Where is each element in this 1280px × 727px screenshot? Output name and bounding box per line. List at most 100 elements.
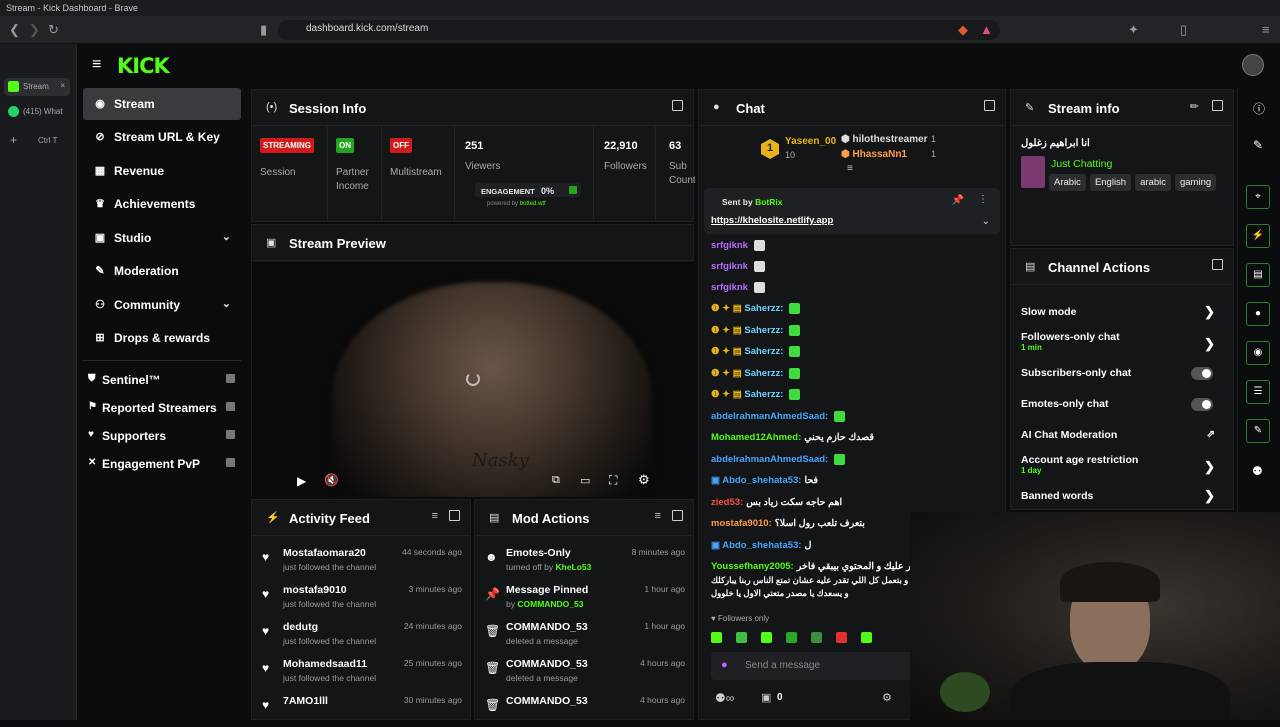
rail-document-icon[interactable]: ▤ — [1246, 263, 1270, 287]
chat-username[interactable]: Saherzz: — [744, 303, 783, 314]
microphone-icon[interactable]: ● — [721, 659, 728, 671]
sidebar-item-stream-url[interactable]: ⊘ Stream URL & Key — [83, 121, 241, 153]
edit-icon[interactable]: ✏ — [1190, 100, 1199, 113]
sidebar-item-revenue[interactable]: ▦ Revenue — [83, 155, 241, 187]
emote-icon[interactable] — [711, 632, 722, 644]
bookmark-icon[interactable]: ▮ — [260, 22, 267, 38]
chat-username[interactable]: Mohamed12Ahmed: — [711, 432, 801, 443]
chat-username[interactable]: mostafa9010: — [711, 518, 772, 529]
chat-username[interactable]: Abdo_shehata53: — [722, 540, 801, 551]
play-icon[interactable]: ▶ — [297, 474, 306, 488]
action-name[interactable]: COMMANDO_53 — [506, 658, 588, 670]
mute-icon[interactable]: 🔇 — [324, 473, 339, 487]
emotes-only-toggle[interactable] — [1191, 398, 1213, 411]
brave-rewards-icon[interactable]: ▲ — [980, 22, 993, 37]
gifter-name[interactable]: Yaseen_00 — [785, 136, 836, 147]
pinned-link[interactable]: https://khelosite.netlify.app — [711, 215, 833, 226]
ai-moderation-row[interactable]: AI Chat Moderation ⇗ — [1021, 429, 1231, 441]
sidebar-item-stream[interactable]: ◉ Stream — [83, 88, 241, 120]
chevron-down-icon[interactable]: ⌄ — [982, 216, 990, 227]
chat-username[interactable]: Saherzz: — [744, 389, 783, 400]
account-age-row[interactable]: Account age restriction 1 day ❯ — [1021, 454, 1231, 475]
filter-icon[interactable]: ≡ — [655, 510, 661, 522]
follower-name[interactable]: Mostafaomara20 — [283, 547, 366, 559]
sidebar-item-reported[interactable]: ⚑ Reported Streamers — [83, 396, 241, 420]
bot-name[interactable]: BotRix — [755, 197, 782, 207]
sidebar-item-community[interactable]: ⚇ Community ⌄ — [83, 289, 241, 321]
sidebar-item-moderation[interactable]: ✎ Moderation — [83, 255, 241, 287]
emote-icon[interactable] — [836, 632, 847, 644]
gifter-name[interactable]: hilothestreamer — [853, 134, 928, 145]
rail-list-icon[interactable]: ☰ — [1246, 380, 1270, 404]
follower-name[interactable]: mostafa9010 — [283, 584, 347, 596]
info-icon[interactable]: ⓘ — [1253, 100, 1265, 117]
forward-icon[interactable]: ❯ — [29, 22, 40, 38]
popout-icon[interactable] — [1212, 259, 1223, 270]
action-name[interactable]: COMMANDO_53 — [506, 695, 588, 707]
powered-by-link[interactable]: botted.wtf — [520, 201, 546, 207]
chat-username[interactable]: Abdo_shehata53: — [722, 475, 801, 486]
collapse-icon[interactable]: ≡ — [847, 163, 853, 174]
emote-icon[interactable] — [736, 632, 747, 644]
rail-chat-icon[interactable]: ● — [1246, 302, 1270, 326]
emote-icon[interactable] — [786, 632, 797, 644]
category-thumbnail[interactable] — [1021, 156, 1045, 188]
points-icon[interactable]: ⚉∞ — [715, 691, 734, 705]
emote-icon[interactable] — [861, 632, 872, 644]
sidebar-toggle-icon[interactable]: ▯ — [1180, 22, 1187, 38]
settings-icon[interactable]: ⚙ — [882, 691, 892, 704]
tab-stream[interactable]: Stream × — [4, 78, 70, 96]
tag[interactable]: Arabic — [1049, 174, 1086, 191]
back-icon[interactable]: ❮ — [9, 22, 20, 38]
follower-name[interactable]: Mohamedsaad11 — [283, 658, 367, 670]
chat-username[interactable]: Youssefhany2005: — [711, 561, 794, 572]
close-tab-icon[interactable]: × — [60, 81, 65, 90]
tab-whatsapp[interactable]: (415) What — [4, 103, 70, 121]
followers-only-row[interactable]: Followers-only chat 1 min ❯ — [1021, 331, 1231, 352]
hamburger-icon[interactable]: ≡ — [92, 56, 101, 74]
popout-icon[interactable] — [672, 510, 683, 521]
chat-username[interactable]: srfgiknk — [711, 282, 748, 293]
sidebar-item-achievements[interactable]: ♛ Achievements — [83, 188, 241, 220]
follower-name[interactable]: dedutg — [283, 621, 318, 633]
pip-icon[interactable]: ⧉ — [552, 474, 560, 487]
pencil-icon[interactable]: ✎ — [1253, 138, 1263, 152]
subscribers-only-toggle[interactable] — [1191, 367, 1213, 380]
gifter-name[interactable]: HhassaNn1 — [853, 149, 907, 160]
chat-username[interactable]: Saherzz: — [744, 346, 783, 357]
moderator-name[interactable]: KheLo53 — [555, 562, 591, 572]
rail-wrench-icon[interactable]: ✎ — [1246, 419, 1270, 443]
brave-shield-icon[interactable]: ◆ — [958, 22, 968, 38]
kick-logo[interactable]: KICK — [117, 54, 170, 78]
tag[interactable]: gaming — [1174, 174, 1217, 191]
address-bar[interactable]: dashboard.kick.com/stream — [278, 20, 1000, 40]
avatar[interactable] — [1242, 54, 1264, 76]
category-link[interactable]: Just Chatting — [1051, 158, 1112, 170]
sidebar-item-sentinel[interactable]: ⛊ Sentinel™ — [83, 368, 241, 392]
fullscreen-icon[interactable]: ⛶ — [609, 473, 617, 488]
video-player[interactable]: Nasky ▶ 🔇 ⧉ ▭ ⛶ ⚙ — [252, 262, 695, 497]
chat-username[interactable]: zied53: — [711, 497, 743, 508]
rail-bolt-icon[interactable]: ⚡ — [1246, 224, 1270, 248]
sidebar-item-drops[interactable]: ⊞ Drops & rewards — [83, 322, 241, 354]
sidebar-item-studio[interactable]: ▣ Studio ⌄ — [83, 222, 241, 254]
chat-username[interactable]: Saherzz: — [744, 368, 783, 379]
chat-username[interactable]: abdelrahmanAhmedSaad: — [711, 411, 828, 422]
action-name[interactable]: COMMANDO_53 — [506, 621, 588, 633]
rail-broadcast-icon[interactable]: ◉ — [1246, 341, 1270, 365]
pin-icon[interactable]: 📌 — [952, 195, 964, 206]
theater-icon[interactable]: ▭ — [580, 474, 590, 487]
reload-icon[interactable]: ↻ — [48, 22, 59, 38]
popout-icon[interactable] — [1212, 100, 1223, 111]
follower-name[interactable]: 7AMO1lll — [283, 695, 328, 707]
chat-username[interactable]: srfgiknk — [711, 240, 748, 251]
popout-icon[interactable] — [449, 510, 460, 521]
tag[interactable]: English — [1089, 174, 1132, 191]
extensions-icon[interactable]: ✦ — [1128, 22, 1139, 38]
popout-icon[interactable] — [984, 100, 995, 111]
settings-icon[interactable]: ⚙ — [638, 472, 650, 488]
moderator-name[interactable]: COMMANDO_53 — [517, 599, 583, 609]
filter-icon[interactable]: ≡ — [432, 510, 438, 522]
rail-community-icon[interactable]: ⚉ — [1252, 464, 1263, 478]
popout-icon[interactable] — [672, 100, 683, 111]
